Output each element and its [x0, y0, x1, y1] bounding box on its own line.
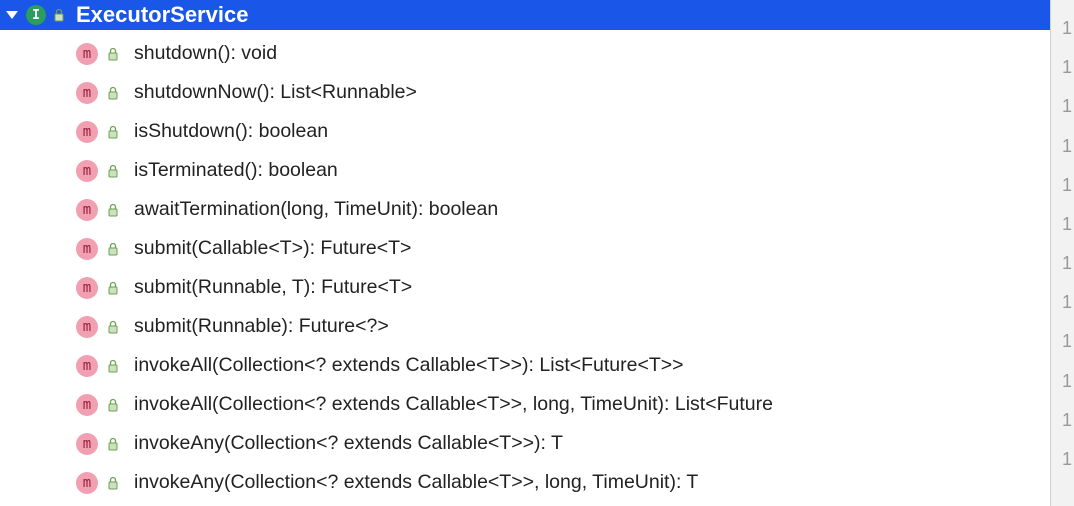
method-row[interactable]: m submit(Runnable): Future<?> — [0, 307, 1050, 346]
lock-icon — [106, 164, 120, 178]
method-signature: invokeAny(Collection<? extends Callable<… — [134, 471, 698, 494]
method-row[interactable]: m invokeAny(Collection<? extends Callable… — [0, 424, 1050, 463]
lock-icon — [106, 125, 120, 139]
method-row[interactable]: m awaitTermination(long, TimeUnit): boole… — [0, 190, 1050, 229]
method-type-icon: m — [76, 355, 98, 377]
method-row[interactable]: m submit(Runnable, T): Future<T> — [0, 268, 1050, 307]
lock-icon — [106, 242, 120, 256]
lock-icon — [106, 476, 120, 490]
lock-icon — [106, 398, 120, 412]
method-signature: invokeAll(Collection<? extends Callable<… — [134, 393, 773, 416]
method-type-icon: m — [76, 121, 98, 143]
method-type-icon: m — [76, 433, 98, 455]
lock-icon — [106, 359, 120, 373]
method-signature: isTerminated(): boolean — [134, 159, 338, 182]
method-row[interactable]: m invokeAll(Collection<? extends Callable… — [0, 346, 1050, 385]
methods-list: m shutdown(): void m shutdownNow(): List<Ru… — [0, 30, 1050, 502]
method-type-icon: m — [76, 394, 98, 416]
expand-triangle-icon[interactable] — [6, 11, 18, 19]
method-type-icon: m — [76, 316, 98, 338]
gutter-marker: 1 — [1053, 214, 1072, 253]
method-signature: submit(Callable<T>): Future<T> — [134, 237, 411, 260]
interface-header[interactable]: I ExecutorService — [0, 0, 1050, 30]
method-signature: invokeAny(Collection<? extends Callable<… — [134, 432, 563, 455]
gutter-marker: 1 — [1053, 371, 1072, 410]
lock-icon — [106, 320, 120, 334]
method-type-icon: m — [76, 82, 98, 104]
method-row[interactable]: m submit(Callable<T>): Future<T> — [0, 229, 1050, 268]
interface-name: ExecutorService — [76, 2, 248, 28]
main-panel: I ExecutorService m shutdown(): void m shut… — [0, 0, 1050, 506]
method-type-icon: m — [76, 238, 98, 260]
gutter-marker: 1 — [1053, 253, 1072, 292]
method-type-icon: m — [76, 277, 98, 299]
lock-icon — [106, 86, 120, 100]
method-row[interactable]: m shutdownNow(): List<Runnable> — [0, 73, 1050, 112]
gutter-marker: 1 — [1053, 292, 1072, 331]
method-signature: isShutdown(): boolean — [134, 120, 328, 143]
method-signature: invokeAll(Collection<? extends Callable<… — [134, 354, 684, 377]
gutter-marker: 1 — [1053, 331, 1072, 370]
method-signature: awaitTermination(long, TimeUnit): boolea… — [134, 198, 498, 221]
method-row[interactable]: m isShutdown(): boolean — [0, 112, 1050, 151]
method-type-icon: m — [76, 472, 98, 494]
method-signature: submit(Runnable): Future<?> — [134, 315, 389, 338]
gutter-marker: 1 — [1053, 18, 1072, 57]
method-row[interactable]: m invokeAll(Collection<? extends Callable… — [0, 385, 1050, 424]
method-row[interactable]: m isTerminated(): boolean — [0, 151, 1050, 190]
gutter-marker: 1 — [1053, 449, 1072, 488]
lock-icon — [106, 203, 120, 217]
gutter-marker: 1 — [1053, 410, 1072, 449]
gutter-marker: 1 — [1053, 175, 1072, 214]
lock-icon — [106, 281, 120, 295]
method-signature: shutdownNow(): List<Runnable> — [134, 81, 417, 104]
method-signature: submit(Runnable, T): Future<T> — [134, 276, 412, 299]
gutter-marker: 1 — [1053, 57, 1072, 96]
lock-icon — [106, 437, 120, 451]
method-row[interactable]: m shutdown(): void — [0, 34, 1050, 73]
structure-view-container: I ExecutorService m shutdown(): void m shut… — [0, 0, 1074, 506]
gutter-marker: 1 — [1053, 136, 1072, 175]
gutter-panel: 111111111111 — [1050, 0, 1074, 506]
gutter-marker: 1 — [1053, 96, 1072, 135]
method-type-icon: m — [76, 160, 98, 182]
method-row[interactable]: m invokeAny(Collection<? extends Callable… — [0, 463, 1050, 502]
method-signature: shutdown(): void — [134, 42, 277, 65]
interface-type-icon: I — [26, 5, 46, 25]
method-type-icon: m — [76, 43, 98, 65]
lock-icon — [52, 8, 66, 22]
method-type-icon: m — [76, 199, 98, 221]
lock-icon — [106, 47, 120, 61]
